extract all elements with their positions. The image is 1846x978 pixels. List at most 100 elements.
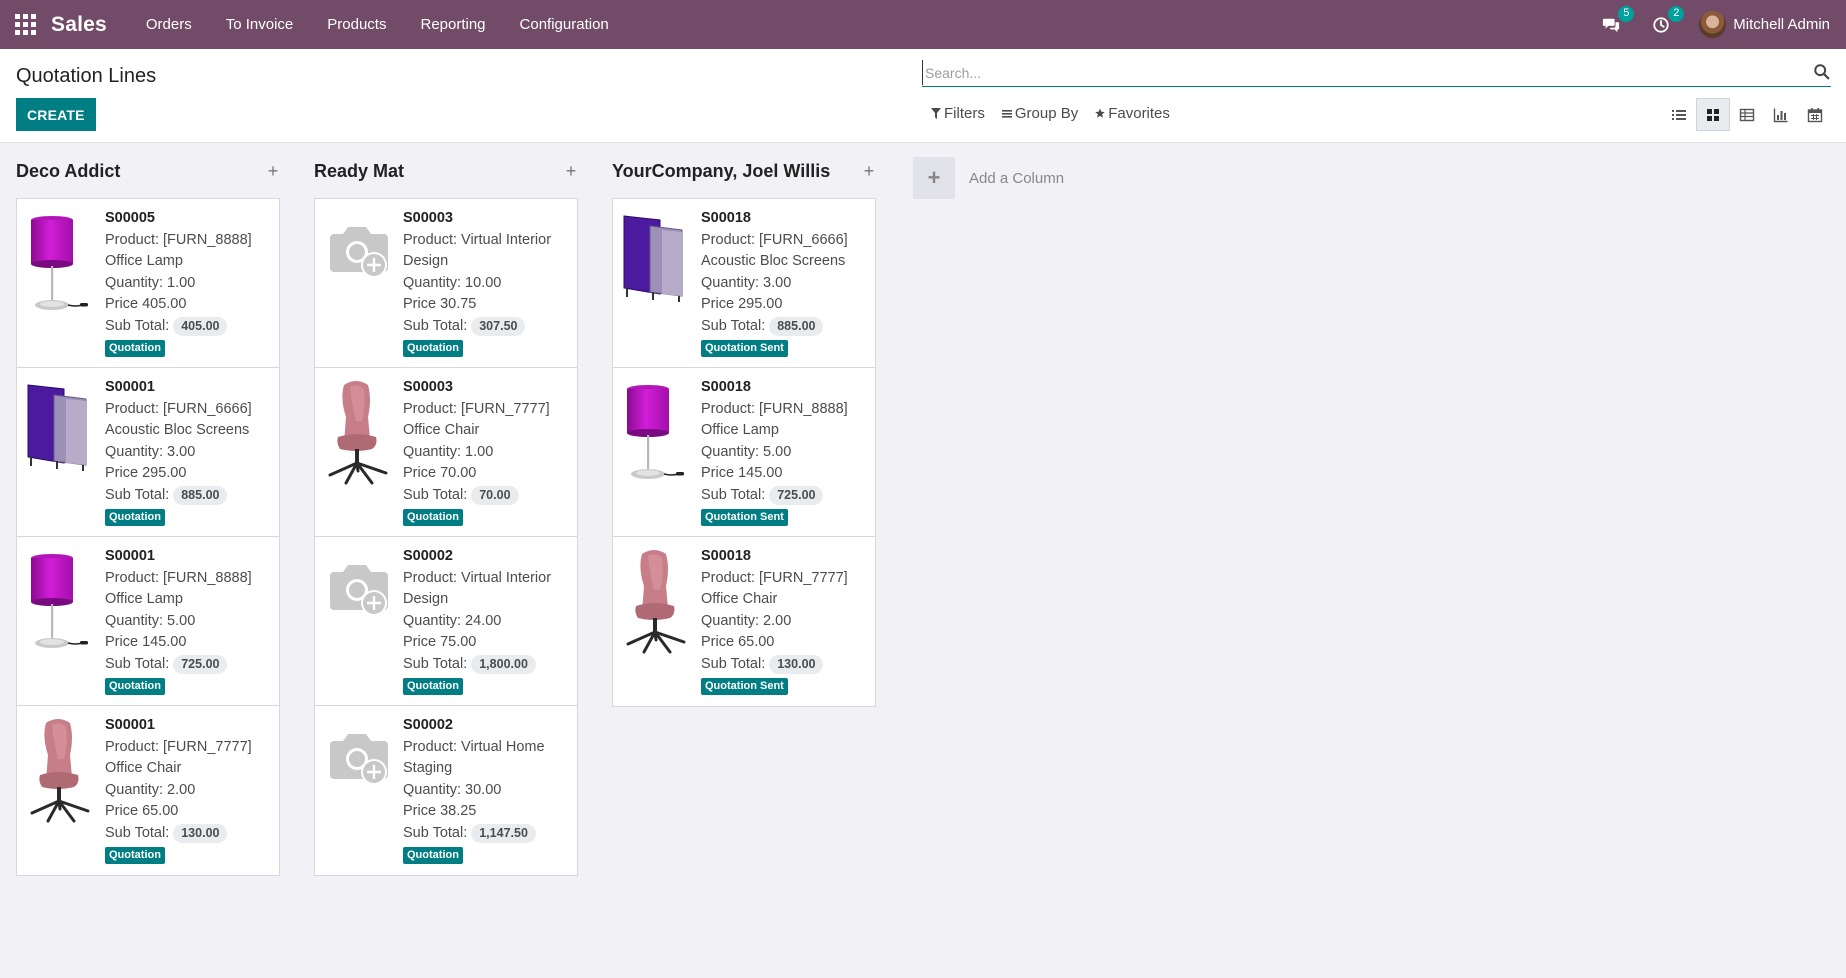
product-name: Staging bbox=[403, 760, 453, 776]
status-badge: Quotation Sent bbox=[701, 340, 788, 357]
column-quick-create-icon[interactable]: + bbox=[564, 161, 578, 182]
quantity: Quantity: 1.00 bbox=[105, 274, 196, 291]
navbar-systray: 5 2 Mitchell Admin bbox=[1599, 0, 1830, 49]
kanban-card[interactable]: S00002 Product: Virtual Home Staging Quanti… bbox=[315, 706, 577, 875]
filters-button[interactable]: Filters bbox=[931, 105, 985, 122]
status-row: Quotation bbox=[105, 675, 275, 697]
product-line: Product: [FURN_8888] bbox=[701, 400, 848, 417]
card-list: S00005 Product: [FURN_8888] Office Lamp Qua… bbox=[16, 198, 280, 876]
product-name: Office Lamp bbox=[105, 253, 183, 269]
group-by-button[interactable]: Group By bbox=[1001, 105, 1078, 122]
unit-price: Price 65.00 bbox=[105, 803, 179, 819]
quantity: Quantity: 24.00 bbox=[403, 612, 502, 629]
create-button[interactable]: CREATE bbox=[16, 98, 96, 131]
status-badge: Quotation bbox=[403, 678, 463, 695]
kanban-card[interactable]: S00001 Product: [FURN_6666] Acoustic Bloc … bbox=[17, 368, 279, 537]
kanban-card[interactable]: S00018 Product: [FURN_6666] Acoustic Bloc … bbox=[613, 199, 875, 368]
card-body: S00018 Product: [FURN_7777] Office Chair Qu… bbox=[701, 546, 871, 697]
product-line: Product: [FURN_7777] bbox=[701, 569, 848, 586]
product-name: Office Chair bbox=[403, 422, 480, 438]
subtotal-row: Sub Total: 130.00 bbox=[105, 823, 275, 845]
unit-price: Price 295.00 bbox=[105, 465, 187, 481]
product-image bbox=[322, 377, 396, 487]
kanban-card[interactable]: S00003 Product: [FURN_7777] Office Chair Qu… bbox=[315, 368, 577, 537]
add-column-button[interactable]: + Add a Column bbox=[913, 157, 1064, 199]
app-brand[interactable]: Sales bbox=[51, 13, 107, 37]
kanban-card[interactable]: S00003 Product: Virtual Interior Design Qua… bbox=[315, 199, 577, 368]
graph-view-button[interactable] bbox=[1764, 98, 1798, 131]
product-image bbox=[24, 715, 98, 825]
quantity: Quantity: 2.00 bbox=[701, 612, 792, 629]
activities-button[interactable]: 2 bbox=[1649, 5, 1685, 37]
menu-orders[interactable]: Orders bbox=[129, 0, 209, 49]
calendar-view-button[interactable] bbox=[1798, 98, 1832, 131]
product-image bbox=[620, 546, 694, 656]
product-image bbox=[322, 208, 396, 318]
subtotal-label: Sub Total: bbox=[701, 486, 766, 503]
user-menu[interactable]: Mitchell Admin bbox=[1699, 11, 1830, 38]
order-reference: S00018 bbox=[701, 548, 751, 564]
column-header: Ready Mat + bbox=[314, 143, 578, 198]
product-image bbox=[24, 208, 98, 318]
search-input[interactable] bbox=[922, 60, 1802, 85]
kanban-card[interactable]: S00002 Product: Virtual Interior Design Qua… bbox=[315, 537, 577, 706]
messages-button[interactable]: 5 bbox=[1599, 5, 1635, 37]
kanban-card[interactable]: S00001 Product: [FURN_8888] Office Lamp Qua… bbox=[17, 537, 279, 706]
apps-menu-icon[interactable] bbox=[14, 14, 36, 36]
column-header: YourCompany, Joel Willis + bbox=[612, 143, 876, 198]
kanban-column: Ready Mat + S00003 Product: Virtual Interi… bbox=[314, 143, 578, 876]
menu-products[interactable]: Products bbox=[310, 0, 403, 49]
kanban-view-button[interactable] bbox=[1696, 98, 1730, 131]
subtotal-row: Sub Total: 885.00 bbox=[701, 316, 871, 338]
order-reference: S00005 bbox=[105, 210, 155, 226]
subtotal-label: Sub Total: bbox=[701, 655, 766, 672]
card-body: S00005 Product: [FURN_8888] Office Lamp Qua… bbox=[105, 208, 275, 359]
product-image bbox=[322, 715, 396, 825]
unit-price: Price 70.00 bbox=[403, 465, 477, 481]
product-image bbox=[24, 377, 98, 487]
product-line: Product: [FURN_8888] bbox=[105, 231, 252, 248]
unit-price: Price 405.00 bbox=[105, 296, 187, 312]
list-view-button[interactable] bbox=[1662, 98, 1696, 131]
status-row: Quotation bbox=[105, 506, 275, 528]
search-icon[interactable] bbox=[1813, 63, 1831, 81]
clock-icon bbox=[1653, 16, 1669, 33]
order-reference: S00001 bbox=[105, 717, 155, 733]
column-title[interactable]: Deco Addict bbox=[16, 161, 120, 182]
status-row: Quotation Sent bbox=[701, 337, 871, 359]
kanban-card[interactable]: S00018 Product: [FURN_8888] Office Lamp Qua… bbox=[613, 368, 875, 537]
status-row: Quotation Sent bbox=[701, 675, 871, 697]
subtotal-row: Sub Total: 405.00 bbox=[105, 316, 275, 338]
subtotal-badge: 885.00 bbox=[769, 316, 824, 336]
favorites-button[interactable]: Favorites bbox=[1095, 105, 1170, 122]
status-row: Quotation bbox=[105, 844, 275, 866]
subtotal-row: Sub Total: 725.00 bbox=[105, 654, 275, 676]
column-title[interactable]: YourCompany, Joel Willis bbox=[612, 161, 830, 182]
unit-price: Price 295.00 bbox=[701, 296, 783, 312]
menu-to-invoice[interactable]: To Invoice bbox=[209, 0, 311, 49]
kanban-card[interactable]: S00005 Product: [FURN_8888] Office Lamp Qua… bbox=[17, 199, 279, 368]
unit-price: Price 145.00 bbox=[105, 634, 187, 650]
kanban-card[interactable]: S00001 Product: [FURN_7777] Office Chair Qu… bbox=[17, 706, 279, 875]
favorites-label: Favorites bbox=[1108, 105, 1170, 122]
kanban-card[interactable]: S00018 Product: [FURN_7777] Office Chair Qu… bbox=[613, 537, 875, 706]
card-body: S00001 Product: [FURN_6666] Acoustic Bloc … bbox=[105, 377, 275, 528]
column-quick-create-icon[interactable]: + bbox=[266, 161, 280, 182]
kanban-board: Deco Addict + S00005 Product: [FURN_8888] O… bbox=[0, 143, 1846, 978]
card-body: S00018 Product: [FURN_6666] Acoustic Bloc … bbox=[701, 208, 871, 359]
menu-reporting[interactable]: Reporting bbox=[403, 0, 502, 49]
column-title[interactable]: Ready Mat bbox=[314, 161, 404, 182]
subtotal-label: Sub Total: bbox=[403, 317, 468, 334]
quantity: Quantity: 30.00 bbox=[403, 781, 502, 798]
subtotal-label: Sub Total: bbox=[105, 655, 170, 672]
menu-configuration[interactable]: Configuration bbox=[503, 0, 626, 49]
chat-bubbles-icon bbox=[1603, 18, 1620, 32]
subtotal-label: Sub Total: bbox=[403, 655, 468, 672]
subtotal-row: Sub Total: 307.50 bbox=[403, 316, 573, 338]
pivot-view-button[interactable] bbox=[1730, 98, 1764, 131]
subtotal-row: Sub Total: 1,800.00 bbox=[403, 654, 573, 676]
column-quick-create-icon[interactable]: + bbox=[862, 161, 876, 182]
subtotal-row: Sub Total: 885.00 bbox=[105, 485, 275, 507]
funnel-icon bbox=[931, 108, 941, 119]
subtotal-row: Sub Total: 725.00 bbox=[701, 485, 871, 507]
